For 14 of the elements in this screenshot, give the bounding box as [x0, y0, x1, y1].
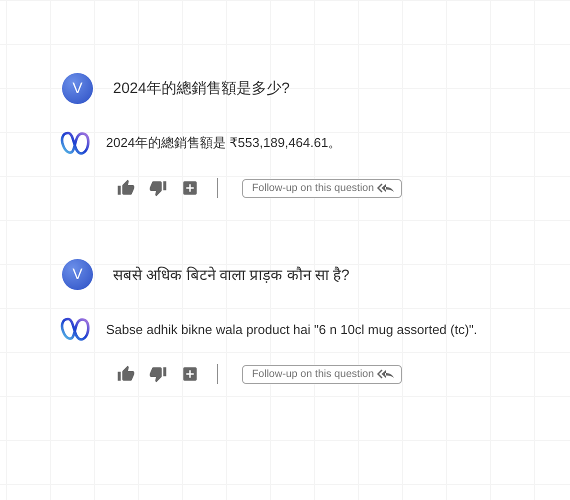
logo-icon: [60, 130, 90, 156]
double-reply-icon: [377, 369, 395, 379]
answer-text: Sabse adhik bikne wala product hai "6 n 10cl mug assorted (tc)".: [106, 322, 478, 336]
user-avatar: V: [62, 258, 93, 290]
logo-icon: [60, 316, 90, 342]
double-reply-icon: [377, 183, 395, 193]
follow-up-button[interactable]: Follow-up on this question: [242, 364, 402, 384]
answer-text: 2024年的總銷售額是 ₹553,189,464.61。: [106, 134, 342, 152]
user-avatar: V: [62, 72, 93, 104]
follow-up-button[interactable]: Follow-up on this question: [242, 178, 402, 198]
question-text: 2024年的總銷售額是多少?: [113, 78, 290, 98]
thumbs-up-icon[interactable]: [115, 178, 137, 198]
question-text: सबसे अधिक बिटने वाला प्राड़क कौन सा है?: [113, 266, 350, 284]
thumbs-up-icon[interactable]: [115, 364, 137, 384]
